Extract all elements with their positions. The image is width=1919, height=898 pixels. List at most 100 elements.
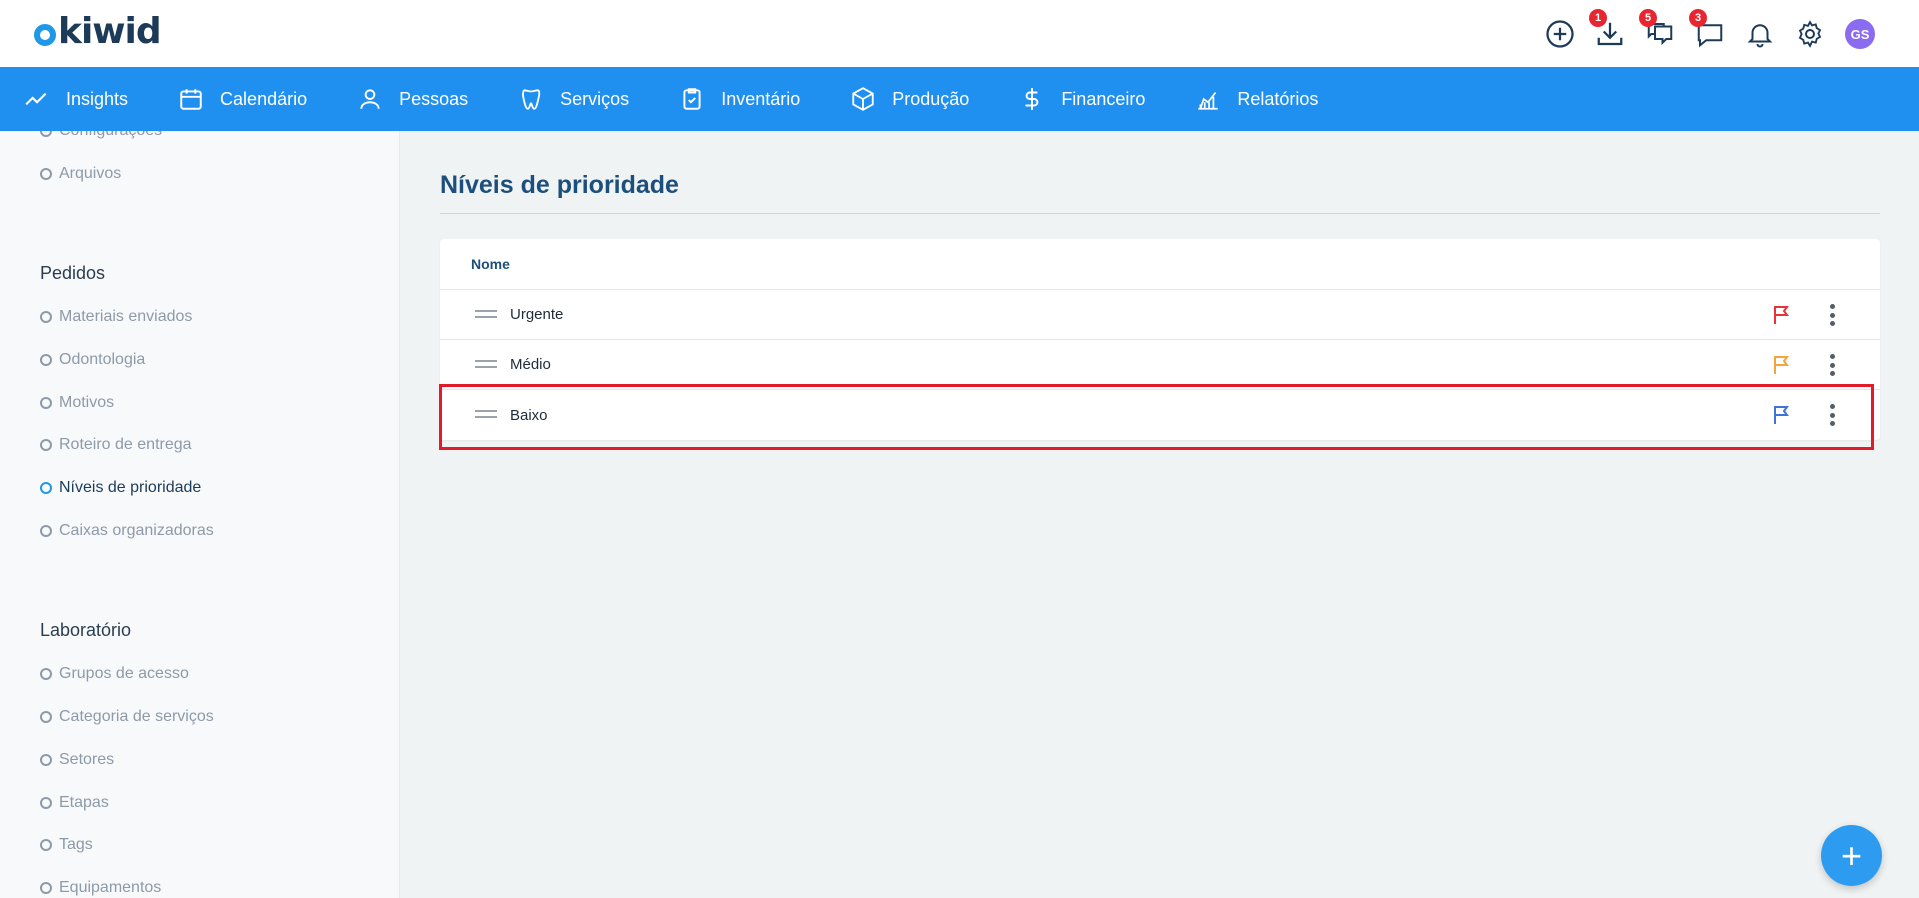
notifications-button[interactable]: [1743, 17, 1777, 51]
box-icon: [852, 87, 874, 111]
main-nav: Insights Calendário Pessoas Serviços Inv…: [0, 67, 1919, 131]
sidebar-item-label: Motivos: [59, 394, 115, 411]
drag-handle-icon[interactable]: [475, 410, 497, 420]
column-header-nome[interactable]: Nome: [471, 256, 510, 272]
messages-button[interactable]: 3: [1689, 9, 1727, 51]
bullet-icon: [40, 668, 52, 680]
sidebar-item-label: Caixas organizadoras: [59, 522, 214, 539]
nav-pessoas[interactable]: Pessoas: [357, 67, 468, 131]
chats-badge: 5: [1639, 9, 1657, 27]
drag-handle-icon[interactable]: [475, 310, 497, 320]
table-row[interactable]: Médio: [440, 340, 1880, 390]
more-options-button[interactable]: [1820, 302, 1844, 328]
nav-label: Pessoas: [399, 88, 469, 109]
sidebar-item-odontologia[interactable]: Odontologia: [40, 348, 145, 372]
add-circle-icon: [1546, 20, 1574, 48]
sidebar-item-label: Etapas: [59, 794, 109, 811]
chats-button[interactable]: 5: [1639, 9, 1677, 51]
user-avatar[interactable]: GS: [1845, 19, 1875, 49]
table-header: Nome: [440, 239, 1880, 290]
person-icon: [360, 89, 380, 109]
sidebar-item-label: Odontologia: [59, 351, 146, 368]
sidebar-item-roteiro-de-entrega[interactable]: Roteiro de entrega: [40, 433, 192, 457]
sidebar-section-laboratorio: Laboratório: [40, 620, 132, 640]
drag-handle-icon[interactable]: [475, 360, 497, 370]
sidebar-item-label: Grupos de acesso: [59, 665, 189, 682]
bullet-icon: [40, 439, 52, 451]
sidebar-item-materiais-enviados[interactable]: Materiais enviados: [40, 305, 192, 329]
settings-button[interactable]: [1793, 17, 1827, 51]
sidebar-item-label: Categoria de serviços: [59, 708, 214, 725]
bullet-icon: [40, 354, 52, 366]
add-button[interactable]: [1543, 17, 1577, 51]
sidebar-section-pedidos: Pedidos: [40, 263, 106, 283]
calendar-icon: [180, 89, 202, 110]
nav-servicos[interactable]: Serviços: [518, 67, 629, 131]
nav-label: Serviços: [560, 88, 630, 109]
downloads-button[interactable]: 1: [1589, 9, 1627, 51]
sidebar-item-etapas[interactable]: Etapas: [40, 791, 109, 815]
bullet-icon: [40, 482, 52, 494]
bullet-icon: [40, 168, 52, 180]
trend-icon: [25, 92, 47, 106]
table-row[interactable]: Baixo: [440, 390, 1880, 440]
sidebar-item-label: Setores: [59, 751, 115, 768]
settings-sidebar: Configurações Arquivos Pedidos Materiais…: [0, 131, 400, 898]
sidebar-item-label: Tags: [59, 836, 93, 853]
sidebar-item-setores[interactable]: Setores: [40, 748, 114, 772]
logo-mark-icon: [34, 24, 56, 46]
downloads-badge: 1: [1589, 9, 1607, 27]
sidebar-item-label: Roteiro de entrega: [59, 436, 192, 453]
sidebar-item-label: Materiais enviados: [59, 308, 193, 325]
nav-label: Relatórios: [1237, 88, 1319, 109]
sidebar-item-label: Níveis de prioridade: [59, 479, 202, 496]
flag-icon[interactable]: [1770, 303, 1794, 327]
sidebar-item-tags[interactable]: Tags: [40, 833, 93, 857]
nav-producao[interactable]: Produção: [850, 67, 969, 131]
nav-label: Produção: [892, 88, 970, 109]
chart-icon: [1198, 91, 1219, 110]
bullet-icon: [40, 131, 52, 137]
more-options-button[interactable]: [1820, 402, 1844, 428]
sidebar-item-niveis-de-prioridade[interactable]: Níveis de prioridade: [40, 476, 201, 500]
bullet-icon: [40, 754, 52, 766]
bullet-icon: [40, 797, 52, 809]
kiwid-logo[interactable]: kiwid: [34, 14, 162, 50]
sidebar-item-label: Equipamentos: [59, 879, 162, 896]
clipboard-check-icon: [683, 88, 701, 110]
nav-label: Calendário: [220, 88, 308, 109]
nav-label: Inventário: [721, 88, 801, 109]
priority-levels-table: Nome Urgente Médio Baixo: [440, 239, 1880, 440]
sidebar-item-categoria-de-servicos[interactable]: Categoria de serviços: [40, 705, 214, 729]
nav-relatorios[interactable]: Relatórios: [1195, 67, 1318, 131]
add-priority-fab[interactable]: +: [1821, 825, 1882, 886]
sidebar-item-arquivos[interactable]: Arquivos: [40, 162, 121, 186]
nav-calendario[interactable]: Calendário: [178, 67, 307, 131]
bullet-icon: [40, 839, 52, 851]
bell-icon: [1747, 24, 1773, 48]
sidebar-item-caixas-organizadoras[interactable]: Caixas organizadoras: [40, 519, 214, 543]
sidebar-item-grupos-de-acesso[interactable]: Grupos de acesso: [40, 662, 189, 686]
sidebar-item-label: Configurações: [59, 131, 162, 140]
nav-label: Financeiro: [1061, 88, 1146, 109]
row-name: Baixo: [510, 406, 548, 424]
nav-financeiro[interactable]: Financeiro: [1019, 67, 1145, 131]
row-name: Urgente: [510, 306, 564, 323]
messages-badge: 3: [1689, 9, 1707, 27]
flag-icon[interactable]: [1770, 353, 1794, 377]
sidebar-item-equipamentos[interactable]: Equipamentos: [40, 876, 161, 898]
bullet-icon: [40, 882, 52, 894]
sidebar-item-motivos[interactable]: Motivos: [40, 391, 114, 415]
flag-icon[interactable]: [1770, 403, 1794, 427]
dollar-icon: [1025, 88, 1039, 110]
table-row[interactable]: Urgente: [440, 290, 1880, 340]
top-header: kiwid 1 5 3 GS: [0, 0, 1919, 67]
sidebar-item-configuracoes[interactable]: Configurações: [40, 131, 162, 143]
nav-insights[interactable]: Insights: [24, 67, 128, 131]
nav-inventario[interactable]: Inventário: [679, 67, 800, 131]
more-options-button[interactable]: [1820, 352, 1844, 378]
sidebar-item-label: Arquivos: [59, 165, 122, 182]
nav-label: Insights: [66, 88, 129, 109]
tooth-icon: [522, 89, 541, 110]
bullet-icon: [40, 397, 52, 409]
